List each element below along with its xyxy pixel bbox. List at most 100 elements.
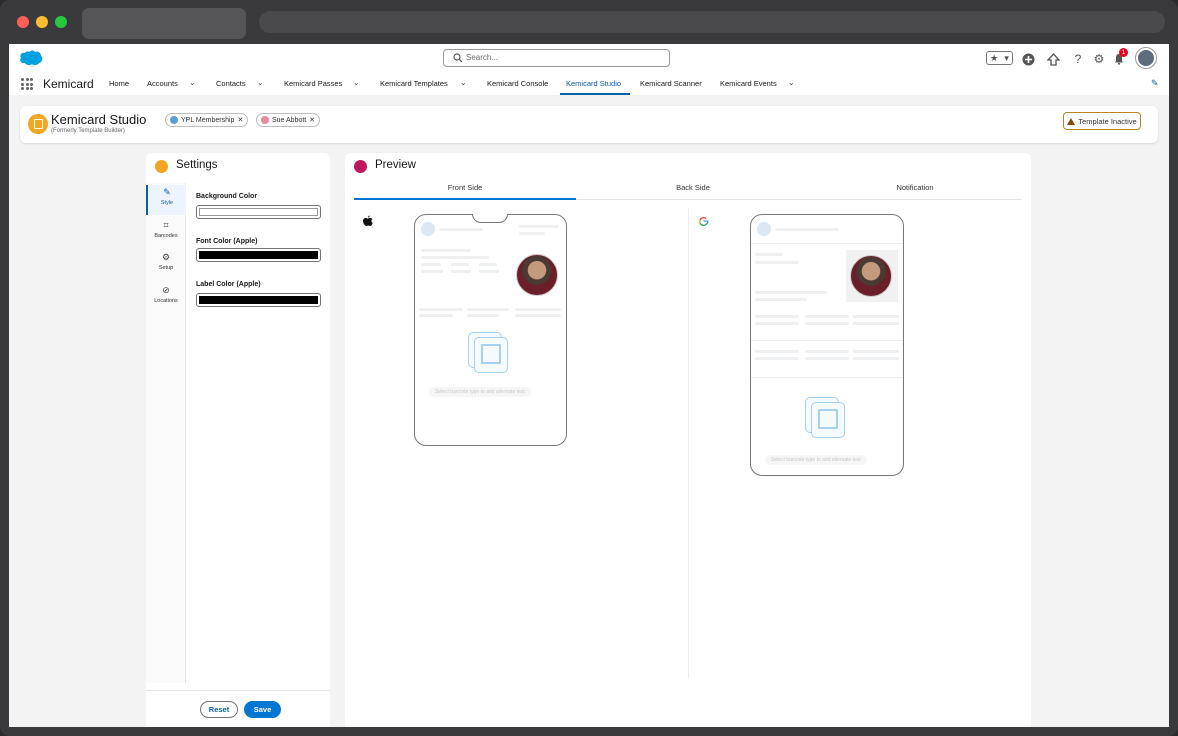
accounts-chevron-down-icon[interactable]: ⌄	[189, 78, 196, 87]
maximize-window-button[interactable]	[55, 16, 67, 28]
global-header: Search... ★ ▾ ? ⚙ 1 Kemicard Home Account…	[9, 44, 1169, 95]
nav-item-kemicard-scanner[interactable]: Kemicard Scanner	[640, 79, 702, 88]
member-photo-google	[850, 255, 892, 297]
preview-panel: Preview Front Side Back Side Notificatio…	[345, 153, 1031, 727]
apple-logo-icon	[363, 215, 373, 226]
location-icon: ⊘	[162, 285, 170, 295]
settings-title: Settings	[176, 159, 218, 171]
tab-front-side[interactable]: Front Side	[354, 183, 576, 200]
tab-style[interactable]: ✎ Style	[146, 185, 186, 215]
template-status-label: Template Inactive	[1078, 116, 1137, 126]
nav-item-accounts[interactable]: Accounts	[147, 79, 178, 88]
warning-icon	[1067, 117, 1076, 125]
templates-chevron-down-icon[interactable]: ⌄	[460, 78, 467, 87]
background-color-label: Background Color	[196, 193, 258, 200]
preview-divider	[688, 208, 689, 678]
events-chevron-down-icon[interactable]: ⌄	[788, 78, 795, 87]
edit-nav-pencil-icon[interactable]: ✎	[1151, 78, 1159, 89]
tab-notification[interactable]: Notification	[804, 183, 1026, 192]
contact-pill-label: Sue Abbott	[272, 116, 307, 124]
background-color-field[interactable]	[196, 205, 321, 219]
studio-header: Kemicard Studio (Formerly Template Build…	[20, 106, 1158, 143]
tab-barcodes[interactable]: ⌗ Barcodes	[146, 218, 186, 248]
membership-pill-label: YPL Membership	[181, 116, 235, 124]
apple-pass-preview: Select barcode type to add alternate tex…	[414, 214, 567, 446]
chevron-down-icon: ▾	[1004, 52, 1009, 63]
notification-count-badge: 1	[1119, 48, 1128, 57]
app-navigation: Kemicard Home Accounts ⌄ Contacts ⌄ Kemi…	[9, 74, 1169, 95]
save-button[interactable]: Save	[244, 701, 281, 718]
preview-title: Preview	[375, 159, 416, 171]
tab-back-side[interactable]: Back Side	[582, 183, 804, 192]
settings-panel: Settings ✎ Style ⌗ Barcodes ⚙ Setup ⊘ Lo…	[146, 153, 330, 727]
browser-titlebar	[0, 0, 1178, 44]
active-nav-indicator	[560, 93, 630, 95]
browser-window: Search... ★ ▾ ? ⚙ 1 Kemicard Home Account…	[0, 0, 1178, 736]
settings-footer: Reset Save	[146, 690, 330, 727]
close-window-button[interactable]	[17, 16, 29, 28]
global-actions-plus-icon[interactable]	[1018, 49, 1038, 69]
setup-gear-icon[interactable]: ⚙	[1089, 49, 1109, 69]
preview-tabs: Front Side Back Side Notification	[354, 183, 1022, 200]
label-color-label: Label Color (Apple)	[196, 281, 261, 288]
nav-item-contacts[interactable]: Contacts	[216, 79, 246, 88]
barcode-icon: ⌗	[163, 220, 169, 230]
reset-button[interactable]: Reset	[200, 701, 238, 718]
remove-contact-close-icon[interactable]: ✕	[309, 116, 315, 124]
gear-icon: ⚙	[161, 252, 171, 262]
membership-pill[interactable]: YPL Membership ✕	[165, 113, 249, 127]
nav-item-kemicard-studio[interactable]: Kemicard Studio	[566, 79, 621, 88]
tab-locations[interactable]: ⊘ Locations	[146, 283, 186, 313]
google-photo-box	[846, 250, 898, 302]
user-avatar[interactable]	[1136, 48, 1156, 68]
qr-code-icon	[468, 332, 508, 373]
preview-icon	[354, 160, 367, 173]
nav-item-kemicard-events[interactable]: Kemicard Events	[720, 79, 777, 88]
help-icon[interactable]: ?	[1068, 49, 1088, 69]
contact-icon	[261, 116, 269, 124]
google-barcode-hint: Select barcode type to add alternate tex…	[765, 455, 867, 465]
nav-item-kemicard-console[interactable]: Kemicard Console	[487, 79, 548, 88]
pass-logo-placeholder	[421, 222, 435, 236]
google-qr-code-icon	[805, 397, 845, 438]
passes-chevron-down-icon[interactable]: ⌄	[353, 78, 360, 87]
barcode-hint: Select barcode type to add alternate tex…	[429, 387, 531, 397]
browser-tab[interactable]	[82, 8, 246, 39]
brush-icon: ✎	[163, 187, 171, 197]
favorites-button[interactable]: ★ ▾	[986, 51, 1013, 65]
membership-icon	[170, 116, 178, 124]
tab-setup[interactable]: ⚙ Setup	[146, 250, 186, 280]
google-pass-preview: Select barcode type to add alternate tex…	[750, 214, 904, 476]
tab-setup-label: Setup	[158, 265, 174, 271]
member-photo	[516, 254, 558, 296]
app-name: Kemicard	[43, 77, 94, 91]
trailhead-icon[interactable]	[1043, 49, 1063, 69]
settings-sidenav: ✎ Style ⌗ Barcodes ⚙ Setup ⊘ Locations	[146, 183, 186, 683]
nav-item-kemicard-templates[interactable]: Kemicard Templates	[380, 79, 448, 88]
template-status-badge[interactable]: Template Inactive	[1063, 112, 1141, 130]
google-logo-icon	[699, 216, 709, 227]
page-subtitle: (Formerly Template Builder)	[51, 128, 125, 134]
font-color-field[interactable]	[196, 248, 321, 262]
label-color-field[interactable]	[196, 293, 321, 307]
salesforce-app: Search... ★ ▾ ? ⚙ 1 Kemicard Home Account…	[9, 44, 1169, 727]
tab-style-label: Style	[160, 200, 174, 206]
search-icon	[453, 53, 463, 63]
global-search-input[interactable]: Search...	[443, 49, 670, 67]
tab-barcodes-label: Barcodes	[154, 233, 178, 239]
salesforce-logo-icon[interactable]	[19, 50, 43, 66]
contacts-chevron-down-icon[interactable]: ⌄	[257, 78, 264, 87]
app-launcher-icon[interactable]	[21, 78, 33, 90]
nav-item-home[interactable]: Home	[109, 79, 129, 88]
contact-pill[interactable]: Sue Abbott ✕	[256, 113, 321, 127]
font-color-label: Font Color (Apple)	[196, 238, 258, 245]
google-pass-logo-placeholder	[757, 222, 771, 236]
apple-pass-notch	[472, 214, 508, 223]
search-placeholder: Search...	[466, 53, 499, 62]
nav-item-kemicard-passes[interactable]: Kemicard Passes	[284, 79, 342, 88]
settings-icon	[155, 160, 168, 173]
remove-membership-close-icon[interactable]: ✕	[237, 116, 243, 124]
studio-icon	[28, 114, 48, 134]
address-bar[interactable]	[259, 11, 1165, 33]
minimize-window-button[interactable]	[36, 16, 48, 28]
